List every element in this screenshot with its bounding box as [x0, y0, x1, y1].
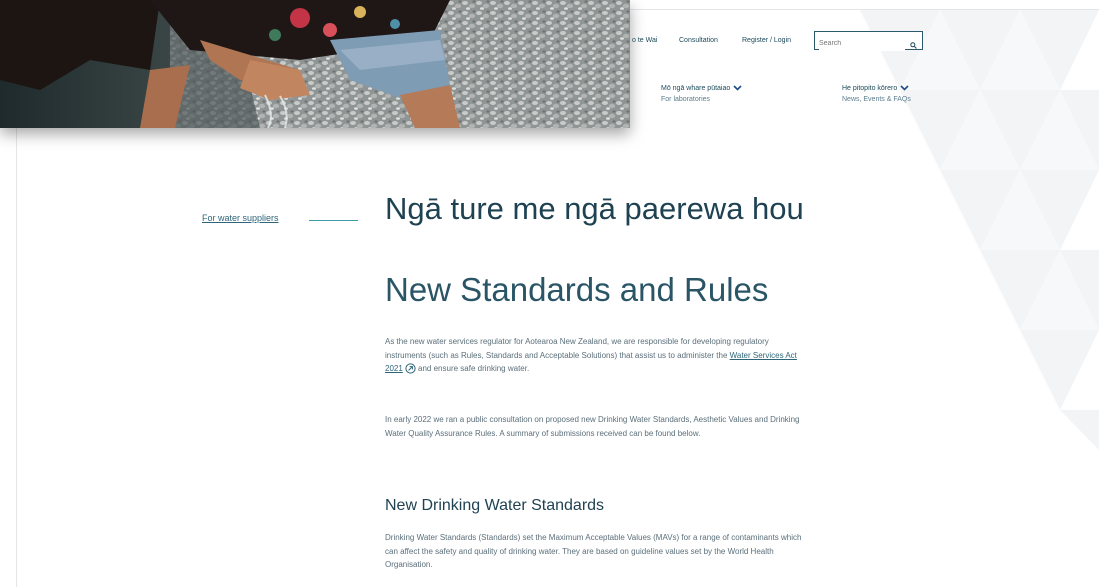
chevron-down-icon	[733, 85, 742, 95]
sidebar-link-water-suppliers[interactable]: For water suppliers	[202, 213, 279, 223]
nav-item-label: He pitopito kōrero	[842, 85, 898, 92]
page-title-maori: Ngā ture me ngā paerewa hou	[385, 191, 804, 226]
intro-text-end: and ensure safe drinking water.	[415, 364, 530, 373]
search-box	[814, 31, 923, 51]
header-rule	[630, 9, 1099, 10]
hero-image	[0, 0, 630, 128]
nav-item-sublabel: For laboratories	[661, 96, 711, 103]
section-heading-standards: New Drinking Water Standards	[385, 497, 605, 514]
chevron-down-icon	[900, 85, 909, 95]
page-title-english: New Standards and Rules	[385, 271, 769, 308]
search-input[interactable]	[819, 36, 905, 51]
utility-link-te-mana-o-te-wai[interactable]: o te Wai	[632, 37, 657, 44]
search-icon[interactable]	[910, 36, 917, 54]
page-left-border	[16, 128, 17, 587]
intro-paragraph: As the new water services regulator for …	[385, 335, 805, 379]
nav-item-news-events[interactable]: He pitopito kōrero News, Events & FAQs	[842, 84, 911, 105]
external-link-icon[interactable]	[405, 363, 416, 379]
consultation-paragraph: In early 2022 we ran a public consultati…	[385, 415, 800, 438]
utility-link-consultation[interactable]: Consultation	[679, 37, 718, 44]
sidebar-accent-line	[309, 220, 358, 221]
nav-item-sublabel: News, Events & FAQs	[842, 96, 911, 103]
intro-text: As the new water services regulator for …	[385, 337, 769, 360]
nav-item-laboratories[interactable]: Mō ngā whare pūtaiao For laboratories	[661, 84, 742, 105]
nav-item-label: Mō ngā whare pūtaiao	[661, 85, 731, 92]
utility-link-register-login[interactable]: Register / Login	[742, 37, 791, 44]
standards-paragraph: Drinking Water Standards (Standards) set…	[385, 533, 802, 569]
